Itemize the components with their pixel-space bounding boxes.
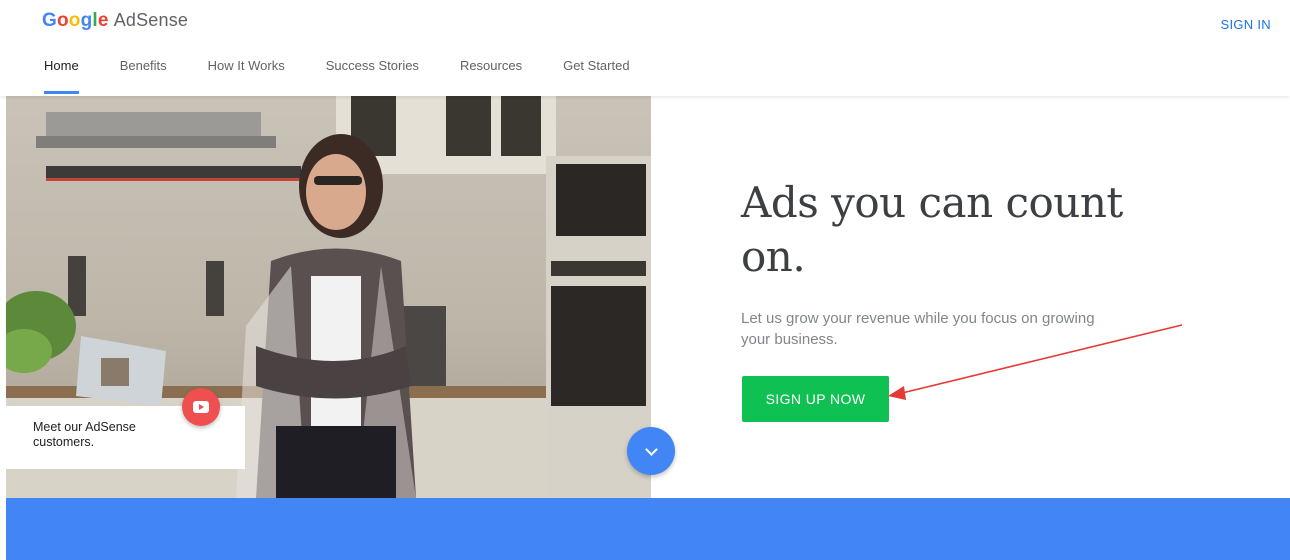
chevron-down-icon xyxy=(644,442,658,456)
site-header: G o o g l e AdSense SIGN IN Home Benefit… xyxy=(0,0,1290,96)
scroll-down-button[interactable] xyxy=(627,427,675,475)
main-nav: Home Benefits How It Works Success Stori… xyxy=(44,58,671,94)
hero-headline: Ads you can count on. xyxy=(741,178,1123,281)
logo-letter: G xyxy=(42,10,57,31)
nav-item-resources[interactable]: Resources xyxy=(460,58,522,94)
google-adsense-logo[interactable]: G o o g l e AdSense xyxy=(42,10,188,32)
nav-item-how-it-works[interactable]: How It Works xyxy=(208,58,285,94)
adsense-landing-page: G o o g l e AdSense SIGN IN Home Benefit… xyxy=(0,0,1290,560)
nav-item-benefits[interactable]: Benefits xyxy=(120,58,167,94)
logo-letter: e xyxy=(97,10,109,31)
nav-item-home[interactable]: Home xyxy=(44,58,79,94)
play-video-button[interactable] xyxy=(182,388,220,426)
annotation-arrow xyxy=(888,324,1183,400)
nav-item-get-started[interactable]: Get Started xyxy=(563,58,629,94)
logo-letter: o xyxy=(68,10,81,31)
nav-item-success-stories[interactable]: Success Stories xyxy=(326,58,419,94)
logo-letter: g xyxy=(80,10,93,31)
blue-section-band xyxy=(6,498,1290,560)
sign-up-now-button[interactable]: SIGN UP NOW xyxy=(742,376,889,422)
logo-product-name: AdSense xyxy=(113,10,189,30)
logo-letter: o xyxy=(56,10,69,31)
video-caption-text: Meet our AdSense customers. xyxy=(33,420,136,449)
sign-in-link[interactable]: SIGN IN xyxy=(1221,17,1272,32)
youtube-play-icon xyxy=(193,401,209,413)
